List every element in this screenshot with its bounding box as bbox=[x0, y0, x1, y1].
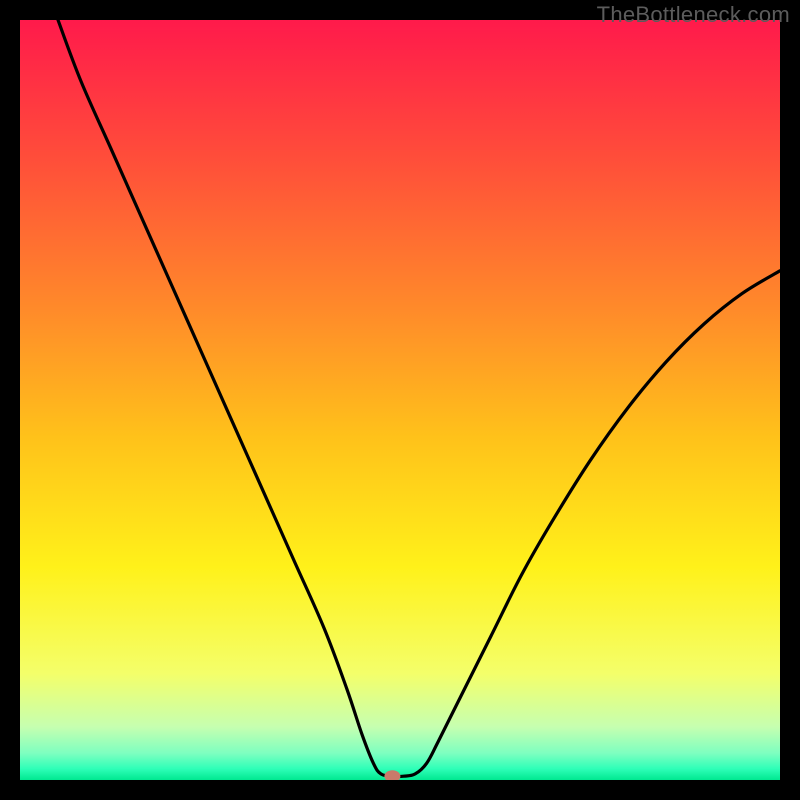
watermark-text: TheBottleneck.com bbox=[597, 2, 790, 28]
chart-plot-area bbox=[20, 20, 780, 780]
chart-frame: TheBottleneck.com bbox=[0, 0, 800, 800]
chart-svg bbox=[20, 20, 780, 780]
gradient-background bbox=[20, 20, 780, 780]
